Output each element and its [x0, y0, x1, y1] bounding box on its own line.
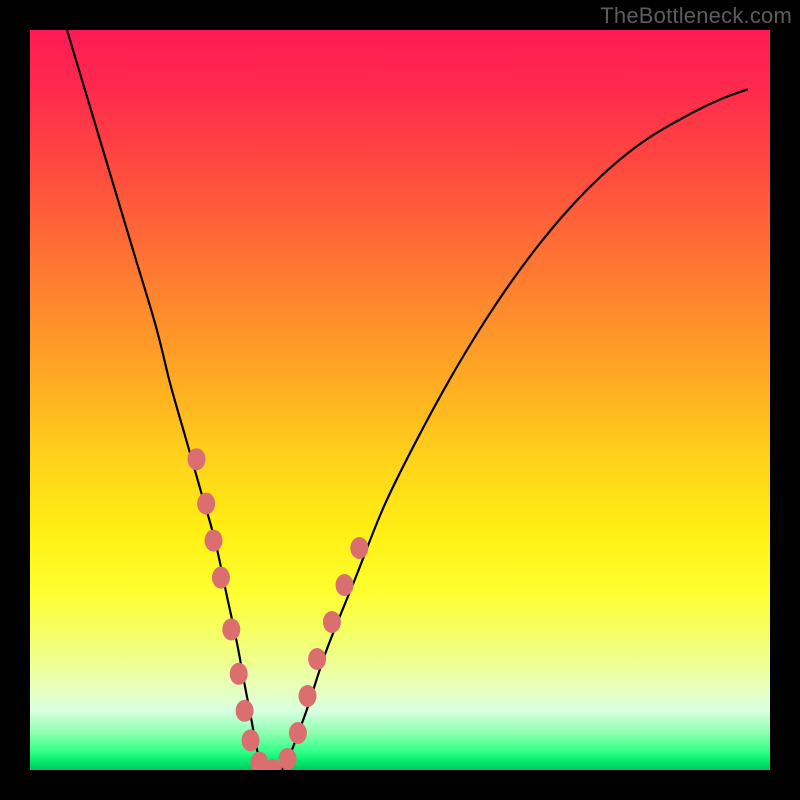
watermark-text: TheBottleneck.com	[600, 3, 792, 29]
data-marker	[197, 493, 215, 515]
data-marker	[336, 574, 354, 596]
data-marker	[230, 663, 248, 685]
chart-stage: TheBottleneck.com	[0, 0, 800, 800]
data-marker	[236, 700, 254, 722]
data-marker	[289, 722, 307, 744]
data-marker	[279, 748, 297, 770]
marker-group	[188, 448, 369, 770]
data-marker	[222, 618, 240, 640]
data-marker	[350, 537, 368, 559]
data-marker	[323, 611, 341, 633]
curve-layer	[30, 30, 770, 770]
data-marker	[205, 530, 223, 552]
data-marker	[242, 729, 260, 751]
plot-area	[30, 30, 770, 770]
bottleneck-curve	[67, 30, 748, 770]
data-marker	[188, 448, 206, 470]
data-marker	[308, 648, 326, 670]
data-marker	[299, 685, 317, 707]
data-marker	[212, 567, 230, 589]
